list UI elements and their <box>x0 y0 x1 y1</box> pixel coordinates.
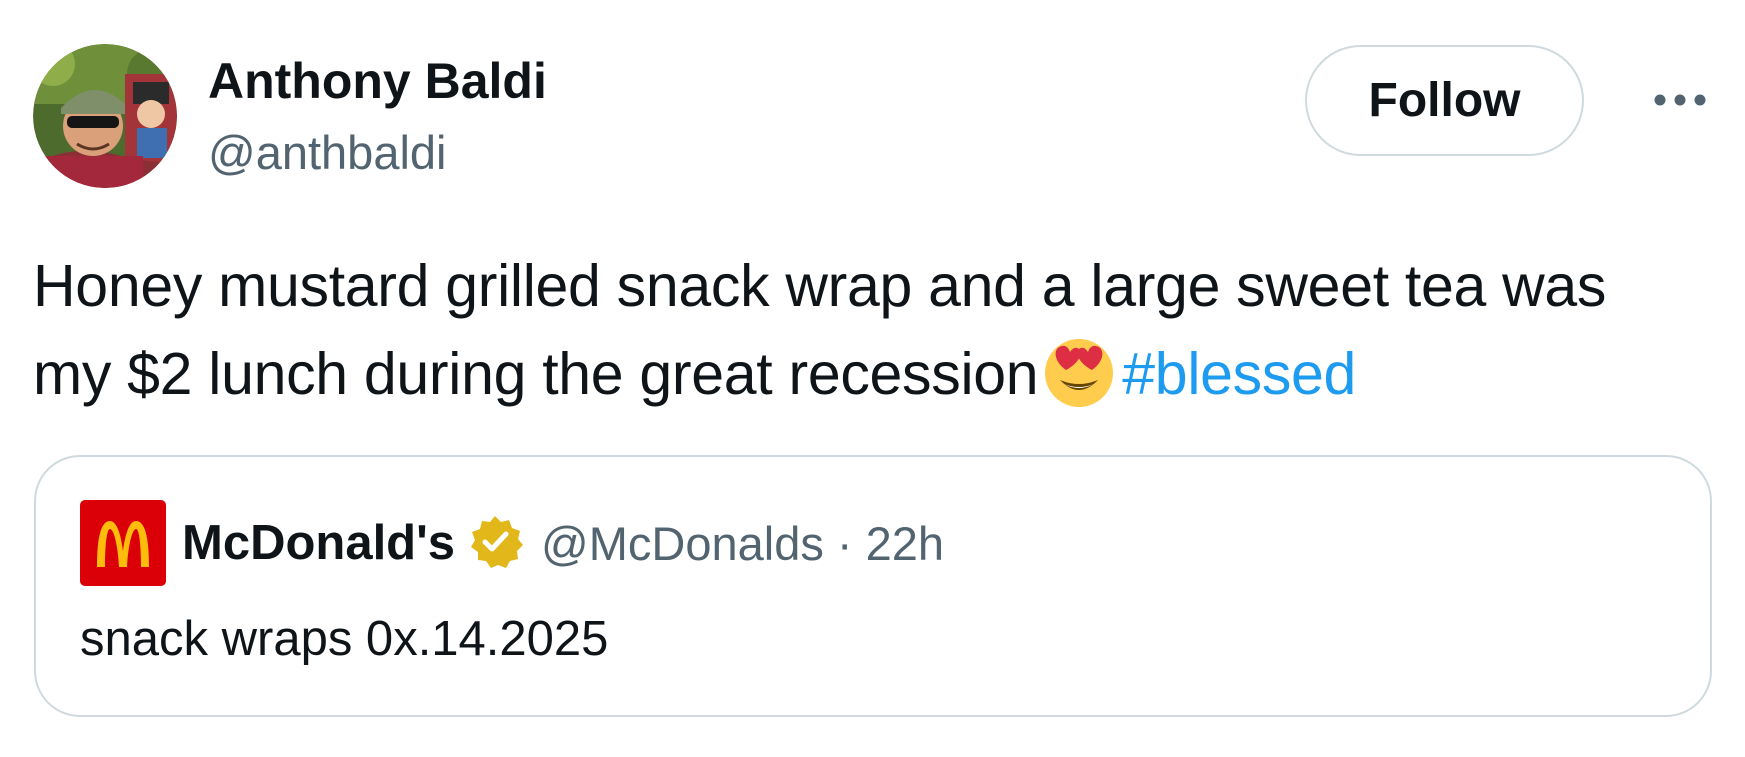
quoted-tweet-card[interactable]: McDonald's @McDonalds · 22h snack wraps … <box>34 455 1712 717</box>
author-name[interactable]: Anthony Baldi <box>208 50 547 112</box>
gold-verified-badge-icon <box>467 513 524 574</box>
tweet-text-line-2: my $2 lunch during the great recession #… <box>33 330 1723 418</box>
tweet-text-line-1: Honey mustard grilled snack wrap and a l… <box>33 253 1607 319</box>
separator-dot: · <box>836 516 853 570</box>
golden-arches-icon <box>97 521 149 567</box>
quoted-tweet-header: McDonald's @McDonalds · 22h <box>80 499 944 587</box>
author-handle[interactable]: @anthbaldi <box>208 124 447 182</box>
tweet: Anthony Baldi @anthbaldi Follow Honey mu… <box>0 0 1745 757</box>
more-options-button[interactable] <box>1652 82 1708 122</box>
quoted-author-handle[interactable]: @McDonalds <box>541 516 824 571</box>
tweet-text: Honey mustard grilled snack wrap and a l… <box>33 242 1723 418</box>
quoted-tweet-text: snack wraps 0x.14.2025 <box>80 612 609 666</box>
more-horizontal-icon <box>1652 93 1708 112</box>
quoted-author-name[interactable]: McDonald's <box>182 515 455 571</box>
quoted-timestamp[interactable]: 22h <box>866 516 944 571</box>
tweet-text-line-2-body: my $2 lunch during the great recession <box>33 341 1039 407</box>
author-avatar[interactable] <box>33 44 177 188</box>
follow-button[interactable]: Follow <box>1305 45 1584 156</box>
meta-separator: · <box>824 516 866 571</box>
mcdonalds-logo-avatar[interactable] <box>80 500 166 586</box>
heart-eyes-emoji-icon <box>1045 339 1114 407</box>
hashtag-link[interactable]: #blessed <box>1122 341 1356 407</box>
